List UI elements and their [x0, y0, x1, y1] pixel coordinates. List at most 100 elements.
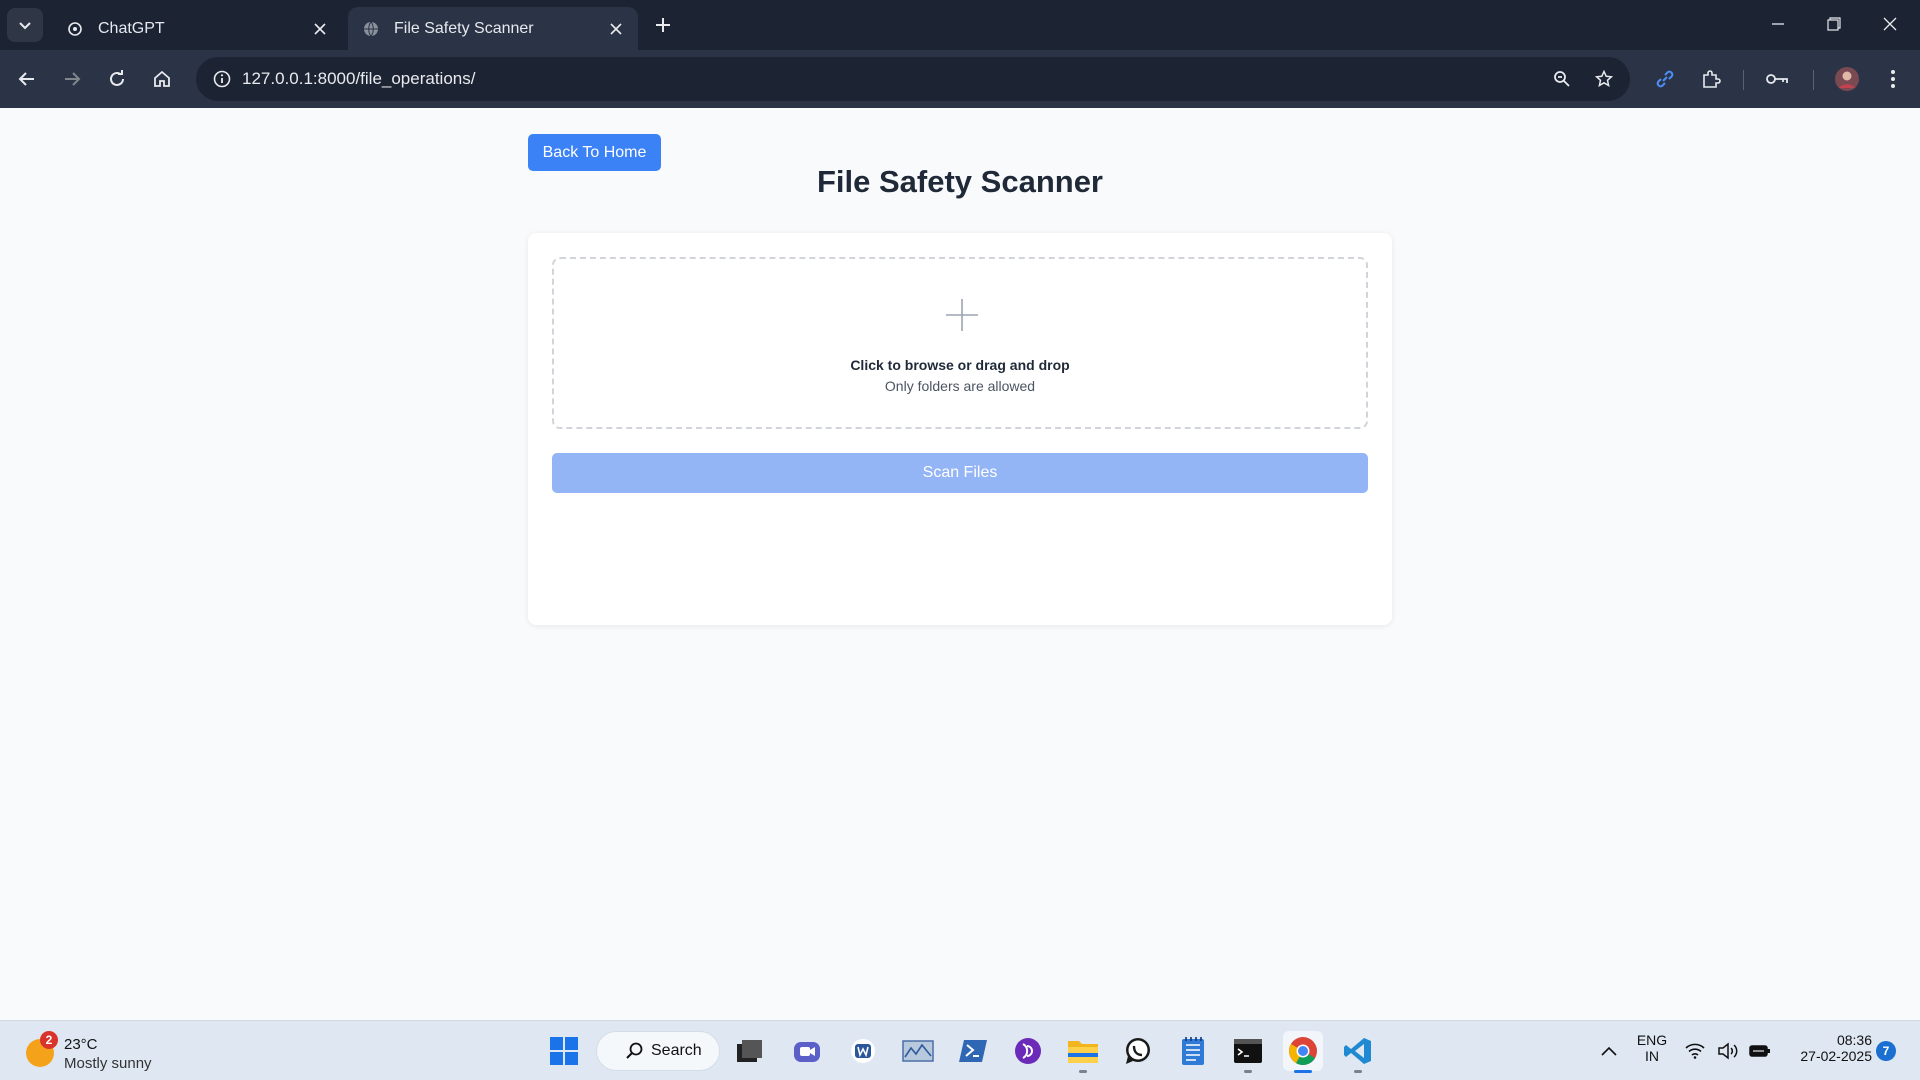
search-icon: [626, 1042, 643, 1059]
task-view-button[interactable]: [730, 1031, 770, 1071]
star-icon[interactable]: [1588, 63, 1620, 95]
tab-title: ChatGPT: [98, 19, 165, 37]
link-extension-button[interactable]: [1648, 62, 1682, 96]
clock-time: 08:36: [1836, 1032, 1872, 1048]
tab-title: File Safety Scanner: [394, 19, 534, 37]
taskbar-app-meet[interactable]: [787, 1031, 827, 1071]
taskbar-app-vscode[interactable]: [1338, 1031, 1378, 1073]
browser-menu-button[interactable]: [1876, 62, 1910, 96]
reload-icon: [110, 70, 124, 86]
address-bar[interactable]: 127.0.0.1:8000/file_operations/: [196, 57, 1630, 101]
folder-dropzone[interactable]: Click to browse or drag and drop Only fo…: [552, 257, 1368, 429]
puzzle-icon: [1703, 70, 1721, 88]
chevron-down-icon: [19, 22, 31, 30]
arrow-right-icon: [65, 72, 81, 86]
more-vertical-icon: [1891, 70, 1895, 88]
taskbar-app-chrome[interactable]: [1283, 1031, 1323, 1073]
scan-files-button[interactable]: Scan Files: [552, 453, 1368, 493]
notification-badge[interactable]: 7: [1876, 1041, 1896, 1061]
taskbar-app-monitor[interactable]: [898, 1031, 938, 1071]
whatsapp-icon: [1126, 1038, 1150, 1064]
start-button[interactable]: [544, 1031, 584, 1071]
taskbar-app-terminal[interactable]: [1228, 1031, 1268, 1073]
browser-tab-bar: ChatGPT File Safety Scanner: [0, 0, 1920, 50]
new-tab-button[interactable]: [648, 10, 678, 40]
page-content: Back To Home File Safety Scanner Click t…: [0, 108, 1920, 1020]
close-window-button[interactable]: [1862, 0, 1918, 48]
weather-widget[interactable]: 2 23°C Mostly sunny: [26, 1031, 176, 1072]
weather-badge: 2: [40, 1031, 58, 1049]
terminal-icon: [1234, 1039, 1262, 1063]
taskbar-app-whatsapp[interactable]: [1118, 1031, 1158, 1071]
taskbar-search-label: Search: [651, 1042, 702, 1059]
battery-icon[interactable]: [1744, 1031, 1776, 1071]
powershell-icon: [959, 1040, 987, 1062]
site-info-icon[interactable]: [206, 63, 238, 95]
toolbar-divider: [1743, 70, 1744, 90]
language-indicator[interactable]: ENG IN: [1630, 1032, 1674, 1064]
active-indicator: [1294, 1070, 1312, 1073]
language-code: ENG: [1636, 1032, 1668, 1048]
page-title: File Safety Scanner: [816, 164, 1103, 199]
folder-icon: [1068, 1041, 1098, 1063]
openai-icon: [66, 20, 84, 38]
taskbar-app-word[interactable]: [843, 1031, 883, 1071]
close-icon[interactable]: [306, 15, 334, 43]
close-icon[interactable]: [602, 15, 630, 43]
forward-nav-button[interactable]: [55, 62, 89, 96]
minimize-icon: [1772, 23, 1784, 25]
extensions-button[interactable]: [1694, 62, 1728, 96]
tab-file-safety-scanner[interactable]: File Safety Scanner: [348, 7, 638, 50]
taskbar-app-powershell[interactable]: [953, 1031, 993, 1071]
taskbar-app-file-explorer[interactable]: [1063, 1031, 1103, 1073]
reload-button[interactable]: [100, 62, 134, 96]
tab-chatgpt[interactable]: ChatGPT: [52, 7, 342, 50]
key-icon: [1766, 74, 1788, 84]
arrow-left-icon: [18, 72, 34, 86]
toolbar-divider: [1813, 70, 1814, 90]
weather-temperature: 23°C: [64, 1036, 98, 1053]
running-indicator: [1354, 1070, 1362, 1073]
profile-avatar[interactable]: [1830, 62, 1864, 96]
home-button[interactable]: [145, 62, 179, 96]
avatar-icon: [1835, 67, 1859, 91]
restore-icon: [1827, 17, 1841, 31]
taskbar: 2 23°C Mostly sunny Search ENG IN 08:36 …: [0, 1020, 1920, 1080]
show-hidden-icons-button[interactable]: [1589, 1031, 1629, 1071]
windows-icon: [550, 1037, 578, 1065]
plus-icon: [946, 299, 978, 331]
running-indicator: [1079, 1070, 1087, 1073]
globe-icon: [362, 20, 380, 38]
region-code: IN: [1645, 1048, 1659, 1064]
tab-search-button[interactable]: [7, 8, 43, 42]
restore-button[interactable]: [1806, 0, 1862, 48]
taskbar-app-notepad[interactable]: [1173, 1031, 1213, 1071]
dropzone-hint: Only folders are allowed: [884, 378, 1036, 394]
chart-monitor-icon: [902, 1040, 934, 1062]
scanner-card: Click to browse or drag and drop Only fo…: [528, 233, 1392, 625]
back-nav-button[interactable]: [10, 62, 44, 96]
podcast-icon: [1015, 1038, 1041, 1064]
weather-condition: Mostly sunny: [64, 1055, 152, 1072]
taskbar-search[interactable]: Search: [596, 1031, 720, 1071]
chrome-icon: [1289, 1037, 1317, 1065]
password-manager-button[interactable]: [1760, 62, 1794, 96]
link-icon: [1656, 70, 1674, 88]
close-icon: [1883, 17, 1897, 31]
volume-icon[interactable]: [1712, 1031, 1744, 1071]
minimize-button[interactable]: [1750, 0, 1806, 48]
clock[interactable]: 08:36 27-02-2025: [1782, 1032, 1872, 1064]
plus-icon: [656, 18, 670, 32]
dropzone-instruction: Click to browse or drag and drop: [850, 357, 1070, 373]
video-chat-icon: [794, 1042, 820, 1062]
task-view-icon: [737, 1040, 762, 1062]
word-icon: [851, 1039, 875, 1063]
vscode-icon: [1344, 1038, 1371, 1064]
url-text[interactable]: 127.0.0.1:8000/file_operations/: [242, 69, 475, 89]
taskbar-app-podcast[interactable]: [1008, 1031, 1048, 1071]
chevron-up-icon: [1601, 1046, 1617, 1056]
wifi-icon[interactable]: [1679, 1031, 1711, 1071]
browser-toolbar: 127.0.0.1:8000/file_operations/: [0, 50, 1920, 108]
zoom-icon[interactable]: [1546, 63, 1578, 95]
running-indicator: [1244, 1070, 1252, 1073]
